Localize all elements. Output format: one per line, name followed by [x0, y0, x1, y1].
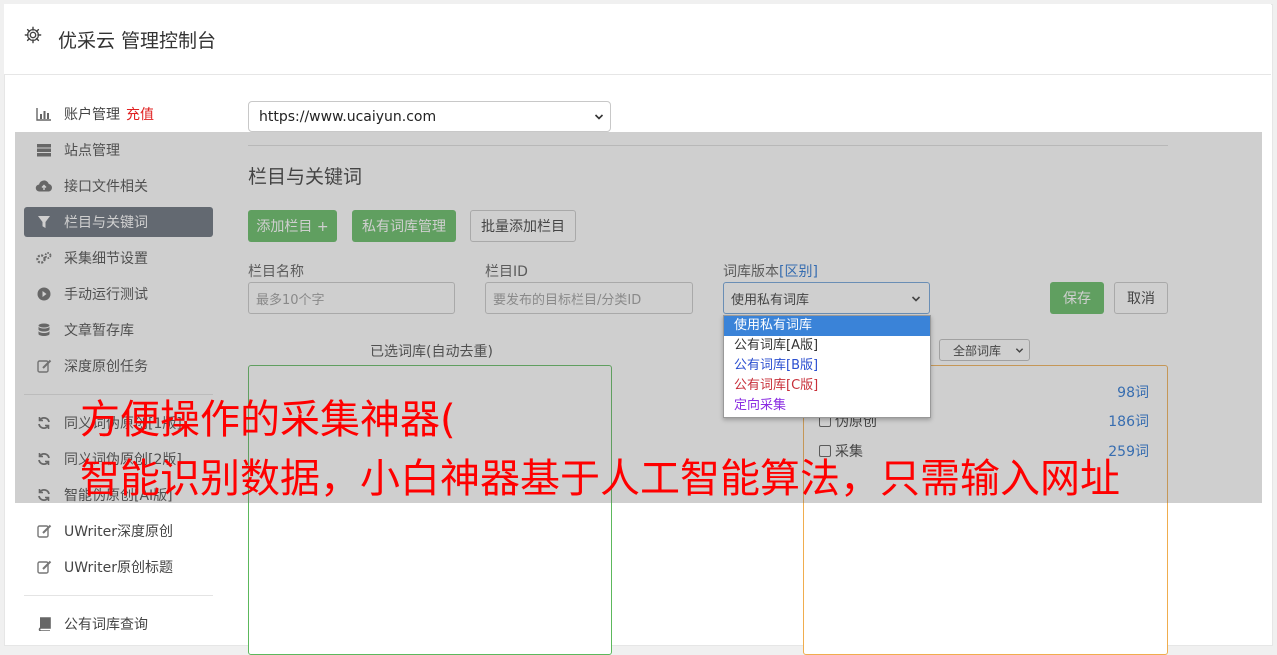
sidebar-item-uwriter-title[interactable]: UWriter原创标题	[24, 552, 213, 582]
cogs-icon	[35, 250, 53, 266]
sidebar-divider	[24, 595, 213, 596]
book-icon	[35, 616, 53, 632]
sidebar-item-label: UWriter原创标题	[64, 560, 173, 576]
sidebar-divider	[24, 394, 213, 395]
dropdown-option[interactable]: 定向采集	[724, 396, 930, 416]
save-button[interactable]: 保存	[1050, 282, 1104, 314]
library-count: 186词	[1108, 414, 1149, 430]
selected-libraries-title: 已选词库(自动去重)	[370, 344, 493, 360]
version-diff-link[interactable]: [区别]	[779, 264, 818, 280]
bar-chart-icon	[35, 106, 53, 122]
column-name-placeholder: 最多10个字	[256, 292, 325, 308]
refresh-icon	[35, 487, 53, 503]
sidebar-item-label: 深度原创任务	[64, 359, 148, 375]
sidebar-item-collect-settings[interactable]: 采集细节设置	[24, 243, 213, 273]
divider	[248, 145, 1168, 146]
gear-icon	[24, 26, 42, 44]
batch-add-column-button[interactable]: 批量添加栏目	[470, 210, 576, 242]
site-select-value: https://www.ucaiyun.com	[259, 108, 437, 125]
play-circle-icon	[35, 286, 53, 302]
column-id-label: 栏目ID	[485, 264, 528, 280]
sidebar-item-interface[interactable]: 接口文件相关	[24, 171, 213, 201]
sidebar-item-columns[interactable]: 栏目与关键词	[24, 207, 213, 237]
library-version-value: 使用私有词库	[731, 292, 810, 308]
sidebar-item-label: 栏目与关键词	[64, 215, 148, 231]
refresh-icon	[35, 415, 53, 431]
recharge-link[interactable]: 充值	[126, 104, 154, 124]
edit-icon	[35, 358, 53, 374]
dropdown-option[interactable]: 公有词库[A版]	[724, 336, 930, 356]
library-count: 98词	[1117, 385, 1149, 401]
edit-icon	[35, 523, 53, 539]
sidebar-item-label: 接口文件相关	[64, 179, 148, 195]
column-name-input[interactable]: 最多10个字	[248, 282, 455, 314]
dropdown-option[interactable]: 公有词库[B版]	[724, 356, 930, 376]
chevron-down-icon	[594, 114, 604, 120]
chevron-down-icon	[1015, 348, 1024, 353]
filter-icon	[35, 214, 53, 230]
library-version-label: 词库版本[区别]	[723, 261, 818, 281]
app-header: 优采云 管理控制台	[4, 4, 1271, 75]
column-name-label: 栏目名称	[248, 264, 304, 280]
edit-icon	[35, 559, 53, 575]
database-icon	[35, 322, 53, 338]
sidebar-item-label: 手动运行测试	[64, 287, 148, 303]
sidebar-item-label: 账户管理	[64, 107, 120, 123]
sidebar-item-public-lib[interactable]: 公有词库查询	[24, 609, 213, 639]
library-version-select[interactable]: 使用私有词库	[723, 282, 930, 314]
sidebar-item-article-store[interactable]: 文章暂存库	[24, 315, 213, 345]
sidebar-item-deep-original[interactable]: 深度原创任务	[24, 351, 213, 381]
site-select[interactable]: https://www.ucaiyun.com	[248, 101, 611, 132]
library-version-label-text: 词库版本	[723, 264, 779, 280]
refresh-icon	[35, 451, 53, 467]
caption-line-2: 智能识别数据，小白神器基于人工智能算法，只需输入网址	[80, 456, 1120, 502]
server-icon	[35, 142, 53, 158]
column-id-input[interactable]: 要发布的目标栏目/分类ID	[485, 282, 693, 314]
library-filter-value: 全部词库	[953, 343, 1002, 358]
cloud-upload-icon	[35, 178, 53, 194]
column-id-placeholder: 要发布的目标栏目/分类ID	[493, 292, 642, 308]
add-column-button[interactable]: 添加栏目 +	[248, 210, 337, 242]
sidebar-item-account[interactable]: 账户管理 充值	[24, 99, 213, 129]
private-library-button[interactable]: 私有词库管理	[352, 210, 456, 242]
chevron-down-icon	[911, 296, 921, 302]
app-title: 优采云 管理控制台	[58, 30, 217, 52]
library-version-dropdown[interactable]: 使用私有词库 公有词库[A版] 公有词库[B版] 公有词库[C版] 定向采集	[723, 315, 931, 418]
sidebar-item-uwriter-deep[interactable]: UWriter深度原创	[24, 516, 213, 546]
sidebar-item-sites[interactable]: 站点管理	[24, 135, 213, 165]
caption-line-1: 方便操作的采集神器(	[80, 397, 456, 443]
dropdown-option[interactable]: 公有词库[C版]	[724, 376, 930, 396]
library-filter-select[interactable]: 全部词库	[939, 339, 1030, 361]
page-title: 栏目与关键词	[248, 166, 363, 188]
sidebar-item-label: UWriter深度原创	[64, 524, 173, 540]
sidebar-item-label: 站点管理	[64, 143, 120, 159]
cancel-button[interactable]: 取消	[1114, 282, 1168, 314]
sidebar-item-label: 公有词库查询	[64, 617, 148, 633]
sidebar-item-label: 文章暂存库	[64, 323, 134, 339]
sidebar-item-manual-run[interactable]: 手动运行测试	[24, 279, 213, 309]
sidebar-item-label: 采集细节设置	[64, 251, 148, 267]
dropdown-option[interactable]: 使用私有词库	[724, 316, 930, 336]
